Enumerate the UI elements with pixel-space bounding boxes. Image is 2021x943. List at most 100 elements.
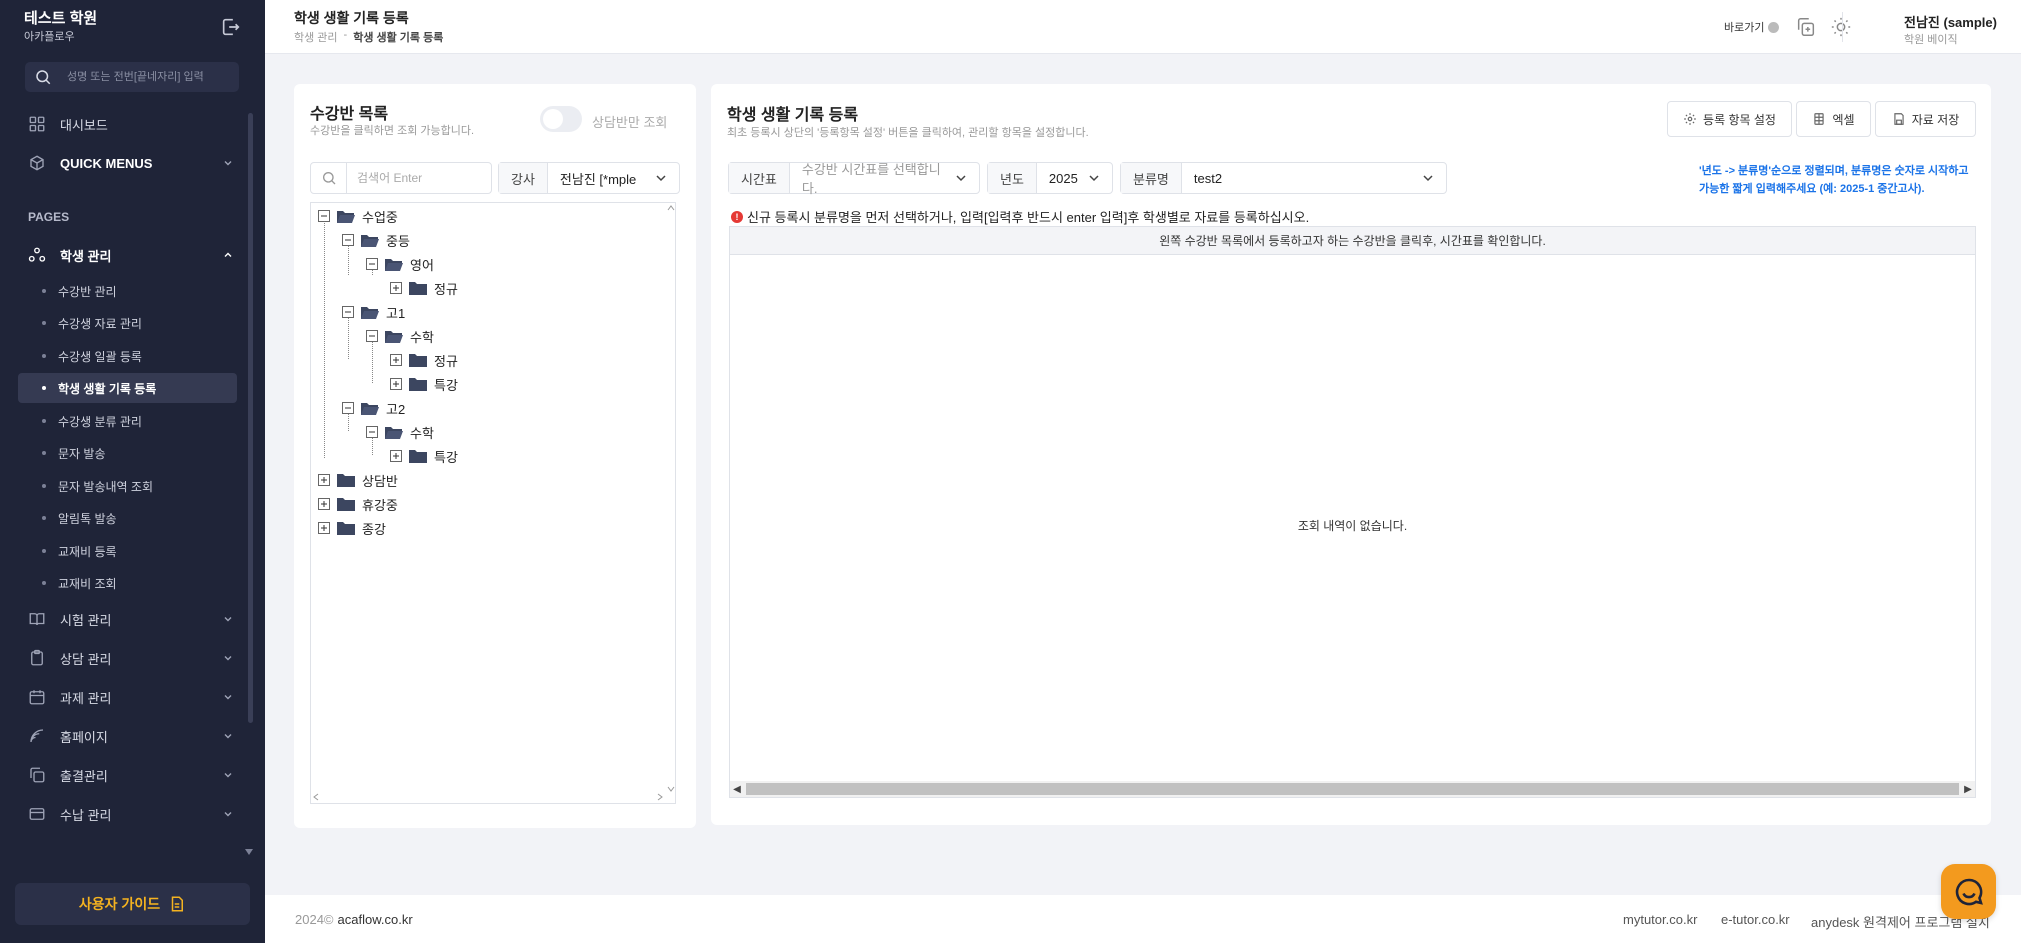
scroll-left-icon[interactable] — [313, 793, 319, 801]
footer-link-etutor[interactable]: e-tutor.co.kr — [1721, 912, 1790, 927]
footer-domain[interactable]: acaflow.co.kr — [338, 912, 413, 927]
sidebar-subitem-life-record[interactable]: 학생 생활 기록 등록 — [18, 373, 237, 403]
tree-node-grade1[interactable]: 고1 — [342, 301, 405, 323]
sidebar-subitem-sms-history[interactable]: 문자 발송내역 조회 — [18, 471, 237, 501]
sidebar-item-dashboard[interactable]: 대시보드 — [28, 111, 233, 137]
tree-node-label: 수학 — [410, 425, 434, 441]
sidebar-subitem-category-mgmt[interactable]: 수강생 분류 관리 — [18, 406, 237, 436]
sidebar-subitem-label: 교재비 조회 — [58, 576, 117, 591]
tree-node-special[interactable]: 특강 — [390, 445, 458, 467]
breadcrumb-parent[interactable]: 학생 관리 — [294, 29, 338, 45]
item-settings-button[interactable]: 등록 항목 설정 — [1667, 101, 1792, 137]
life-record-title: 학생 생활 기록 등록 — [727, 107, 859, 124]
expand-icon[interactable] — [390, 354, 402, 366]
sidebar-subitem-textbook-register[interactable]: 교재비 등록 — [18, 536, 237, 566]
sidebar-item-student-mgmt[interactable]: 학생 관리 — [28, 242, 233, 268]
expand-icon[interactable] — [318, 522, 330, 534]
tree-node-counsel[interactable]: 상담반 — [318, 469, 398, 491]
excel-button[interactable]: 엑셀 — [1796, 101, 1871, 137]
collapse-icon[interactable] — [342, 234, 354, 246]
sidebar-search[interactable] — [25, 62, 239, 92]
sidebar-scrollbar[interactable] — [248, 113, 253, 723]
sidebar-item-label: 시험 관리 — [60, 612, 112, 628]
user-guide-button[interactable]: 사용자 가이드 — [15, 883, 250, 925]
counsel-only-label: 상담반만 조회 — [592, 115, 668, 130]
scroll-right-icon[interactable]: ▶ — [1961, 781, 1975, 797]
sidebar-subitem-bulk-register[interactable]: 수강생 일괄 등록 — [18, 341, 237, 371]
sidebar-subitem-class-mgmt[interactable]: 수강반 관리 — [18, 276, 237, 306]
teacher-value: 전남진 [*mple — [559, 171, 637, 187]
sidebar-subitem-alimtalk[interactable]: 알림톡 발송 — [18, 503, 237, 533]
sidebar-item-homepage[interactable]: 홈페이지 — [28, 723, 233, 749]
brand-name: 테스트 학원 — [24, 10, 98, 27]
category-select[interactable]: 분류명 test2 — [1120, 162, 1447, 194]
grid-horizontal-scrollbar[interactable]: ◀ ▶ — [730, 781, 1975, 797]
scroll-down-icon[interactable] — [667, 786, 675, 792]
tree-node-regular[interactable]: 정규 — [390, 277, 458, 299]
collapse-icon[interactable] — [342, 306, 354, 318]
year-select[interactable]: 년도 2025 — [987, 162, 1113, 194]
tree-node-special[interactable]: 특강 — [390, 373, 458, 395]
scroll-left-icon[interactable]: ◀ — [730, 781, 744, 797]
timetable-select[interactable]: 시간표 수강반 시간표를 선택합니다. — [728, 162, 980, 196]
brand: 테스트 학원 아카플로우 — [24, 9, 97, 45]
tree-node-label: 수업중 — [362, 209, 398, 225]
collapse-icon[interactable] — [318, 210, 330, 222]
save-data-button[interactable]: 자료 저장 — [1875, 101, 1976, 137]
caret-down-icon[interactable] — [244, 848, 254, 856]
sidebar-subitem-sms[interactable]: 문자 발송 — [18, 438, 237, 468]
sidebar-item-label: 홈페이지 — [60, 729, 108, 745]
sidebar-item-counsel[interactable]: 상담 관리 — [28, 645, 233, 671]
expand-icon[interactable] — [390, 378, 402, 390]
collapse-icon[interactable] — [366, 258, 378, 270]
tree-node-ended[interactable]: 종강 — [318, 517, 386, 539]
chat-button[interactable] — [1941, 864, 1996, 919]
sidebar-item-attendance[interactable]: 출결관리 — [28, 762, 233, 788]
tree-node-middle[interactable]: 중등 — [342, 229, 410, 251]
user-name[interactable]: 전남진 (sample) — [1904, 12, 1997, 31]
scroll-up-icon[interactable] — [667, 205, 675, 211]
tree-node-grade2[interactable]: 고2 — [342, 397, 405, 419]
class-search-box[interactable] — [310, 162, 492, 194]
sidebar-item-payment[interactable]: 수납 관리 — [28, 801, 233, 827]
sidebar-item-assignment[interactable]: 과제 관리 — [28, 684, 233, 710]
copyright: 2024© acaflow.co.kr — [295, 912, 413, 927]
logout-icon[interactable] — [220, 16, 242, 38]
expand-icon[interactable] — [390, 450, 402, 462]
tree-node-active[interactable]: 수업중 — [318, 205, 398, 227]
sidebar-item-exam[interactable]: 시험 관리 — [28, 606, 233, 632]
expand-icon[interactable] — [318, 498, 330, 510]
search-icon-wrap — [311, 163, 347, 193]
footer-link-mytutor[interactable]: mytutor.co.kr — [1623, 912, 1697, 927]
sidebar-item-label: QUICK MENUS — [60, 155, 153, 171]
sun-icon[interactable] — [1830, 16, 1852, 38]
expand-icon[interactable] — [318, 474, 330, 486]
teacher-select[interactable]: 강사 전남진 [*mple — [498, 162, 680, 194]
bullet — [42, 354, 46, 358]
sidebar-subitem-textbook-inquiry[interactable]: 교재비 조회 — [18, 568, 237, 598]
chevron-down-icon — [224, 734, 232, 739]
tree-node-regular[interactable]: 정규 — [390, 349, 458, 371]
collapse-icon[interactable] — [366, 330, 378, 342]
expand-icon[interactable] — [390, 282, 402, 294]
sidebar-item-quick-menus[interactable]: QUICK MENUS — [28, 150, 233, 176]
counsel-only-toggle[interactable] — [540, 106, 582, 132]
bullet — [42, 451, 46, 455]
shortcut-menu[interactable]: 바로가기 — [1724, 19, 1780, 35]
class-search-input[interactable] — [357, 171, 487, 185]
tree-node-break[interactable]: 휴강중 — [318, 493, 398, 515]
folder-open-icon — [385, 259, 403, 271]
collapse-icon[interactable] — [342, 402, 354, 414]
tree-node-english[interactable]: 영어 — [366, 253, 434, 275]
scrollbar-thumb[interactable] — [746, 783, 1959, 795]
tree-node-math[interactable]: 수학 — [366, 421, 434, 443]
window-add-icon[interactable] — [1795, 16, 1817, 38]
sidebar-search-input[interactable] — [67, 71, 237, 83]
tree-node-label: 특강 — [434, 449, 458, 465]
collapse-icon[interactable] — [366, 426, 378, 438]
scroll-right-icon[interactable] — [657, 793, 663, 801]
page-title: 학생 생활 기록 등록 — [294, 10, 409, 26]
sidebar-subitem-student-data[interactable]: 수강생 자료 관리 — [18, 308, 237, 338]
tree-node-math[interactable]: 수학 — [366, 325, 434, 347]
bullet — [42, 419, 46, 423]
